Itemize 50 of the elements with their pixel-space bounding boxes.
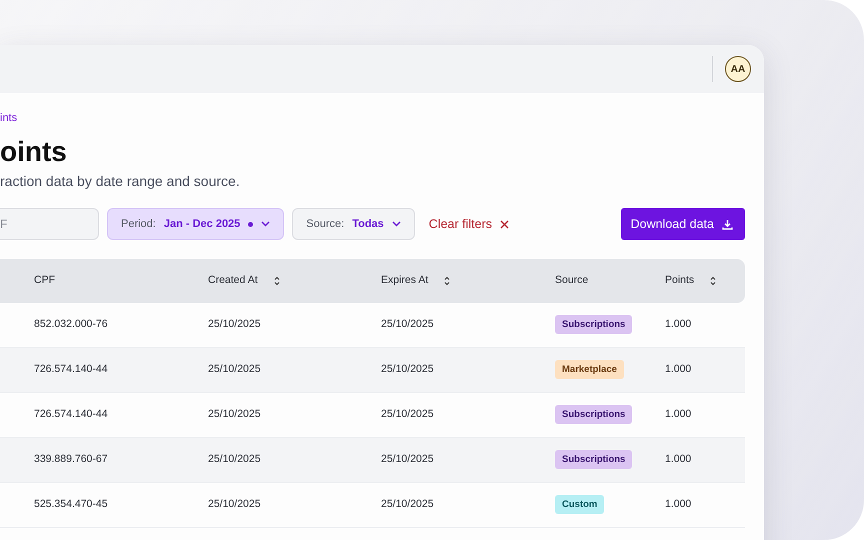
search-field[interactable]: F — [0, 208, 99, 240]
table-cell: 25/10/2025 — [381, 453, 434, 466]
download-button[interactable]: Download data — [620, 208, 745, 240]
filter-value: Jan - Dec 2025 — [164, 216, 240, 232]
table-cell: 1.000 — [665, 408, 692, 420]
source-tag: Subscriptions — [555, 450, 632, 470]
download-icon — [722, 218, 733, 230]
close-icon — [500, 220, 510, 228]
chevron-down-icon — [392, 221, 401, 227]
column-header[interactable]: Source — [555, 273, 588, 289]
table-cell: 1.000 — [665, 498, 692, 510]
source-tag: Marketplace — [555, 360, 624, 380]
table-cell: 339.889.760-67 — [34, 453, 108, 466]
table-cell: 25/10/2025 — [381, 498, 434, 510]
source-tag: Custom — [555, 495, 604, 514]
source-filter[interactable]: Source: Todas — [292, 208, 415, 240]
page-subtitle: raction data by date range and source. — [0, 172, 241, 191]
column-header[interactable]: Created At — [208, 273, 258, 289]
table-cell: 852.032.000-76 — [34, 318, 108, 330]
table-cell: 25/10/2025 — [381, 318, 434, 330]
table-cell: 25/10/2025 — [208, 363, 261, 376]
table-cell: 525.354.470-45 — [34, 498, 108, 510]
sort-icon[interactable] — [444, 276, 450, 286]
sort-icon[interactable] — [710, 276, 716, 286]
table-cell: 25/10/2025 — [381, 363, 434, 376]
table-cell: 726.574.140-44 — [34, 363, 108, 376]
table-cell: 25/10/2025 — [208, 453, 261, 466]
table-cell: 25/10/2025 — [208, 498, 261, 510]
table-cell: 1.000 — [665, 453, 692, 466]
table-cell: 1.000 — [665, 363, 692, 376]
source-tag: Subscriptions — [555, 315, 632, 334]
table-cell: 1.000 — [665, 318, 692, 330]
filter-label: Period: — [121, 216, 156, 232]
column-header[interactable]: Expires At — [381, 273, 428, 289]
sort-icon[interactable] — [274, 276, 280, 286]
table-cell: 25/10/2025 — [381, 408, 434, 420]
breadcrumb-link[interactable]: ints — [0, 110, 745, 126]
table-cell: 25/10/2025 — [208, 318, 261, 330]
clear-filters-button[interactable]: Clear filters — [422, 214, 516, 234]
user-avatar[interactable]: AA — [725, 56, 751, 82]
chevron-down-icon — [261, 221, 270, 227]
column-header[interactable]: CPF — [34, 273, 55, 289]
column-header[interactable]: Points — [665, 273, 694, 289]
source-tag: Subscriptions — [555, 405, 632, 424]
table-cell: 25/10/2025 — [208, 408, 261, 420]
table-cell: 726.574.140-44 — [34, 408, 108, 420]
period-filter[interactable]: Period: Jan - Dec 2025 — [107, 208, 284, 240]
filter-value: Todas — [352, 216, 384, 232]
filter-label: Source: — [306, 216, 344, 232]
page-title: oints — [0, 135, 68, 169]
